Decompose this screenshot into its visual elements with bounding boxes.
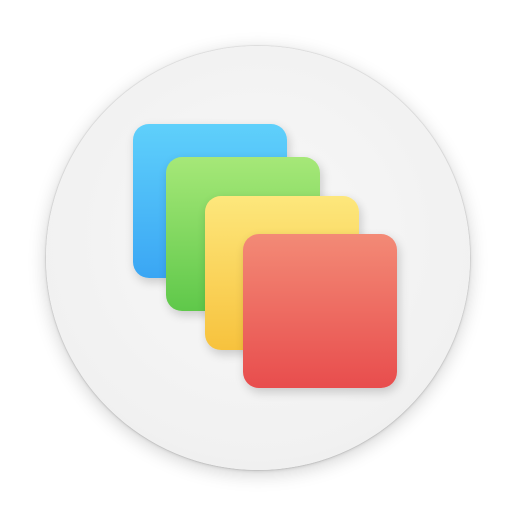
red-card-icon [243, 234, 397, 388]
app-icon [0, 0, 512, 512]
